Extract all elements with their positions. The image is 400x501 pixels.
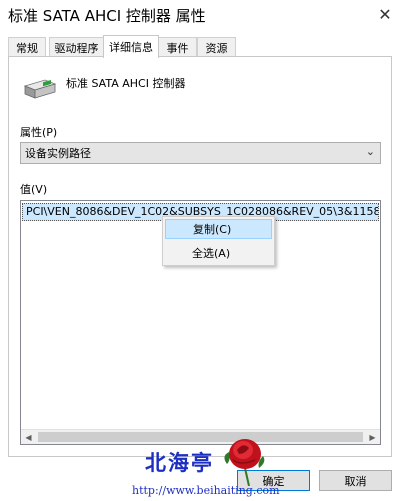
- watermark-url: http://www.beihaiting.com: [132, 484, 280, 497]
- close-icon: ✕: [378, 4, 392, 24]
- cancel-button[interactable]: 取消: [319, 470, 392, 491]
- storage-controller-icon: [23, 79, 57, 99]
- tab-bar: 常规 驱动程序 详细信息 事件 资源: [8, 35, 392, 58]
- close-button[interactable]: ✕: [370, 0, 400, 28]
- tab-general[interactable]: 常规: [8, 37, 46, 57]
- watermark-text: 北海亭: [145, 450, 214, 475]
- chevron-down-icon: ⌄: [365, 145, 375, 158]
- tab-details[interactable]: 详细信息: [103, 35, 159, 58]
- horizontal-scrollbar[interactable]: ◀ ▶: [21, 429, 380, 444]
- rose-logo: [224, 439, 265, 486]
- window-title: 标准 SATA AHCI 控制器 属性: [8, 7, 206, 25]
- tab-events[interactable]: 事件: [158, 37, 197, 57]
- scrollbar-thumb[interactable]: [38, 432, 363, 442]
- tab-resources[interactable]: 资源: [197, 37, 236, 57]
- title-bar: 标准 SATA AHCI 控制器 属性 ✕: [0, 0, 400, 30]
- property-select[interactable]: 设备实例路径 ⌄: [20, 142, 381, 164]
- value-label: 值(V): [20, 183, 48, 196]
- scroll-left-icon[interactable]: ◀: [21, 430, 36, 444]
- device-name: 标准 SATA AHCI 控制器: [66, 77, 186, 90]
- menu-item-select-all[interactable]: 全选(A): [165, 243, 272, 263]
- menu-item-copy[interactable]: 复制(C): [165, 219, 272, 239]
- property-label: 属性(P): [20, 126, 58, 139]
- scroll-right-icon[interactable]: ▶: [365, 430, 380, 444]
- property-selected-value: 设备实例路径: [25, 147, 91, 160]
- context-menu: 复制(C) 全选(A): [162, 216, 275, 266]
- tab-driver[interactable]: 驱动程序: [49, 37, 104, 57]
